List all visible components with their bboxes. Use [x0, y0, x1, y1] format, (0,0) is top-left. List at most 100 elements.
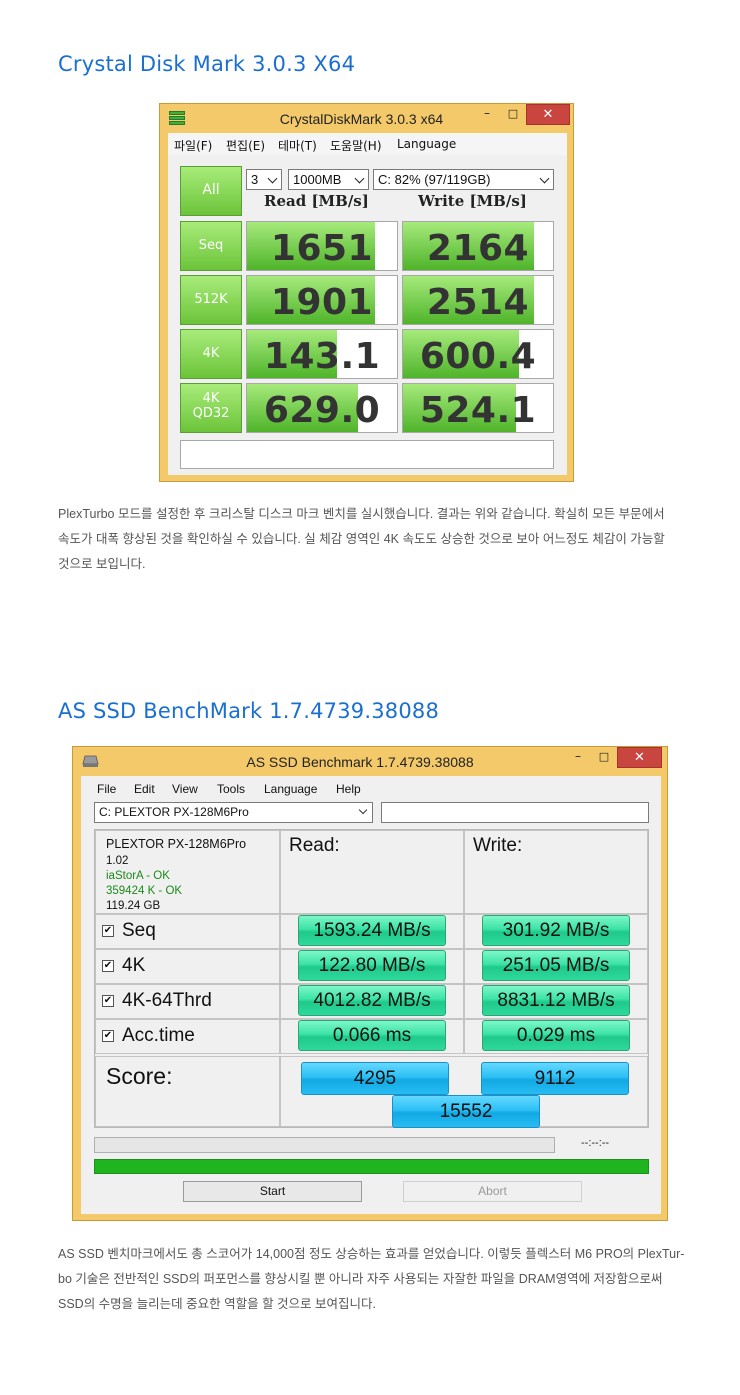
menu-bar: File Edit View Tools Language Help	[81, 776, 661, 800]
test-row-label-cell: ✔ 4K-64Thrd	[95, 984, 280, 1019]
run-all-label: All	[202, 182, 220, 198]
test-checkbox[interactable]: ✔	[102, 960, 114, 972]
menu-language[interactable]: Language	[264, 782, 317, 796]
menu-file[interactable]: 파일(F)	[174, 137, 212, 154]
title-bar[interactable]: CrystalDiskMark 3.0.3 x64 – □ ✕	[160, 104, 573, 133]
close-button[interactable]: ✕	[617, 747, 662, 768]
start-button[interactable]: Start	[183, 1181, 362, 1202]
menu-theme[interactable]: 테마(T)	[278, 137, 317, 154]
test-size-select[interactable]: 1000MB	[288, 169, 369, 190]
firmware-version: 1.02	[106, 855, 129, 867]
section1-paragraph: PlexTurbo 모드를 설정한 후 크리스탈 디스크 마크 벤치를 실시했습…	[58, 502, 684, 577]
driver-status: iaStorA - OK	[106, 870, 170, 882]
paragraph-line: SSD의 수명을 늘리는데 중요한 역할을 할 것으로 보여집니다.	[58, 1297, 376, 1311]
test-row-label-cell: ✔ 4K	[95, 949, 280, 984]
test-progress-bar	[94, 1137, 555, 1153]
alignment-status: 359424 K - OK	[106, 885, 183, 897]
write-result-value: 2514	[426, 282, 530, 323]
minimize-button[interactable]: –	[565, 747, 591, 768]
write-column-header: Write:	[473, 835, 523, 856]
write-result-value: 301.92 MB/s	[482, 915, 630, 946]
drive-info-field[interactable]	[381, 802, 649, 823]
run-all-button[interactable]: All	[180, 166, 242, 216]
test-label: 4K-64Thrd	[122, 990, 212, 1011]
section-heading-cdm: Crystal Disk Mark 3.0.3 X64	[58, 52, 356, 76]
minimize-button[interactable]: –	[474, 104, 500, 125]
write-result-box: 2164	[402, 221, 554, 271]
menu-tools[interactable]: Tools	[217, 782, 245, 796]
run-test-button[interactable]: Seq	[180, 221, 242, 271]
menu-help[interactable]: Help	[336, 782, 361, 796]
maximize-button[interactable]: □	[501, 104, 525, 125]
read-result-value: 4012.82 MB/s	[298, 985, 446, 1016]
score-read-value: 4295	[301, 1062, 449, 1095]
section2-paragraph: AS SSD 벤치마크에서도 총 스코어가 14,000점 정도 상승하는 효과…	[58, 1242, 684, 1317]
run-test-button[interactable]: 512K	[180, 275, 242, 325]
menu-view[interactable]: View	[172, 782, 198, 796]
read-result-value: 629.0	[263, 390, 381, 431]
elapsed-time: --:--:--	[581, 1137, 610, 1149]
menu-help[interactable]: 도움말(H)	[330, 137, 382, 154]
results-grid: PLEXTOR PX-128M6Pro 1.02 iaStorA - OK 35…	[94, 829, 649, 1128]
run-test-button[interactable]: 4K QD32	[180, 383, 242, 433]
as-ssd-window: AS SSD Benchmark 1.7.4739.38088 – □ ✕ Fi…	[72, 746, 668, 1221]
test-row-label-cell: ✔ Seq	[95, 914, 280, 949]
read-result-box: 1901	[246, 275, 398, 325]
test-row-label-cell: ✔ Acc.time	[95, 1019, 280, 1054]
comment-field[interactable]	[180, 440, 554, 469]
read-result-value: 122.80 MB/s	[298, 950, 446, 981]
write-result-value: 600.4	[419, 336, 537, 377]
score-label: Score:	[106, 1063, 173, 1089]
paragraph-line: PlexTurbo 모드를 설정한 후 크리스탈 디스크 마크 벤치를 실시했습…	[58, 507, 665, 521]
menu-edit[interactable]: 편집(E)	[226, 137, 265, 154]
drive-select[interactable]: C: 82% (97/119GB)	[373, 169, 554, 190]
read-result-value: 143.1	[263, 336, 381, 377]
overall-progress-bar	[94, 1159, 649, 1174]
drive-model: PLEXTOR PX-128M6Pro	[106, 837, 247, 851]
read-result-value: 1593.24 MB/s	[298, 915, 446, 946]
test-label: 512K	[194, 292, 228, 307]
test-label: 4K	[202, 346, 220, 361]
write-result-value: 524.1	[419, 390, 537, 431]
read-column-header: Read [MB/s]	[264, 192, 369, 210]
window-client: 파일(F) 편집(E) 테마(T) 도움말(H) Language All 3 …	[168, 133, 567, 475]
test-label: QD32	[192, 406, 230, 421]
read-column-header: Read:	[289, 835, 340, 856]
title-bar[interactable]: AS SSD Benchmark 1.7.4739.38088 – □ ✕	[73, 747, 667, 776]
test-label: Seq	[198, 238, 224, 253]
read-result-box: 629.0	[246, 383, 398, 433]
close-button[interactable]: ✕	[526, 104, 570, 125]
test-checkbox[interactable]: ✔	[102, 1030, 114, 1042]
write-result-value: 2164	[426, 228, 530, 269]
drive-info-cell: PLEXTOR PX-128M6Pro 1.02 iaStorA - OK 35…	[95, 830, 280, 914]
write-result-box: 2514	[402, 275, 554, 325]
test-label: Acc.time	[122, 1025, 195, 1046]
read-result-value: 0.066 ms	[298, 1020, 446, 1051]
test-checkbox[interactable]: ✔	[102, 925, 114, 937]
paragraph-line: AS SSD 벤치마크에서도 총 스코어가 14,000점 정도 상승하는 효과…	[58, 1247, 684, 1261]
window-client: File Edit View Tools Language Help C: PL…	[81, 776, 661, 1214]
test-checkbox[interactable]: ✔	[102, 995, 114, 1007]
drive-select[interactable]: C: PLEXTOR PX-128M6Pro	[94, 802, 373, 823]
menu-file[interactable]: File	[97, 782, 116, 796]
read-result-box: 1651	[246, 221, 398, 271]
crystaldiskmark-window: CrystalDiskMark 3.0.3 x64 – □ ✕ 파일(F) 편집…	[159, 103, 574, 482]
write-result-box: 524.1	[402, 383, 554, 433]
write-result-value: 0.029 ms	[482, 1020, 630, 1051]
test-label: 4K	[122, 955, 146, 976]
run-test-button[interactable]: 4K	[180, 329, 242, 379]
maximize-button[interactable]: □	[592, 747, 616, 768]
score-write-value: 9112	[481, 1062, 629, 1095]
write-header-cell: Write:	[464, 830, 648, 914]
test-count-select[interactable]: 3	[246, 169, 282, 190]
paragraph-line: 것으로 보입니다.	[58, 557, 146, 571]
write-result-box: 600.4	[402, 329, 554, 379]
menu-edit[interactable]: Edit	[134, 782, 155, 796]
test-label: 4K	[202, 391, 220, 406]
write-result-value: 8831.12 MB/s	[482, 985, 630, 1016]
abort-button[interactable]: Abort	[403, 1181, 582, 1202]
menu-bar: 파일(F) 편집(E) 테마(T) 도움말(H) Language	[168, 133, 567, 155]
drive-size: 119.24 GB	[106, 900, 161, 912]
menu-language[interactable]: Language	[397, 137, 456, 151]
score-total-value: 15552	[392, 1095, 540, 1128]
